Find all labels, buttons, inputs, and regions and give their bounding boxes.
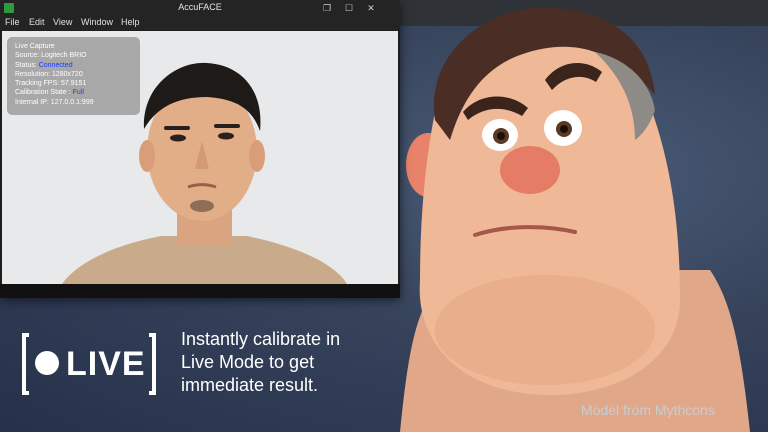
menu-edit[interactable]: Edit	[29, 17, 45, 27]
record-dot-icon	[35, 351, 59, 375]
caption-line: Live Mode to get	[181, 352, 315, 372]
overlay-heading: Live Capture	[15, 43, 55, 50]
window-bottom-bar	[0, 284, 400, 298]
overlay-internal-ip: Internal IP: 127.0.0.1:999	[15, 98, 94, 106]
cartoon-character-image	[400, 7, 750, 432]
menu-bar: File Edit View Window Help	[0, 16, 400, 30]
capture-info-panel: Live Capture Source: Logitech BRIO Statu…	[7, 37, 140, 115]
right-bracket-icon	[149, 333, 156, 395]
live-label: LIVE	[66, 345, 146, 383]
status-connected-value: Connected	[38, 61, 73, 69]
maximize-icon[interactable]: ☐	[340, 1, 358, 15]
caption-line: immediate result.	[181, 375, 319, 395]
overlay-tracking-fps: Tracking FPS: 57.9151	[15, 80, 87, 88]
title-bar[interactable]: AccuFACE ❐ ☐ ✕	[0, 0, 400, 16]
model-credit: Model from Mythcons	[581, 402, 715, 418]
accuface-window: AccuFACE ❐ ☐ ✕ File Edit View Window Hel…	[0, 0, 400, 298]
calibration-full-value: Full	[72, 89, 84, 97]
live-capture-viewport[interactable]: Live Capture Source: Logitech BRIO Statu…	[2, 31, 398, 284]
restore-icon[interactable]: ❐	[318, 1, 336, 15]
overlay-resolution: Resolution: 1280x720	[15, 70, 83, 78]
menu-file[interactable]: File	[5, 17, 20, 27]
overlay-source: Source: Logitech BRIO	[15, 52, 87, 60]
overlay-calibration-state: Calibration State : Full	[15, 89, 84, 97]
live-badge: LIVE	[22, 333, 156, 395]
overlay-status: Status: Connected	[15, 61, 73, 69]
menu-window[interactable]: Window	[81, 17, 113, 27]
caption-line: Instantly calibrate in	[181, 329, 341, 349]
menu-help[interactable]: Help	[121, 17, 140, 27]
close-icon[interactable]: ✕	[362, 1, 380, 15]
promo-caption: Instantly calibrate in Live Mode to get …	[181, 328, 381, 397]
left-bracket-icon	[22, 333, 29, 395]
menu-view[interactable]: View	[53, 17, 72, 27]
